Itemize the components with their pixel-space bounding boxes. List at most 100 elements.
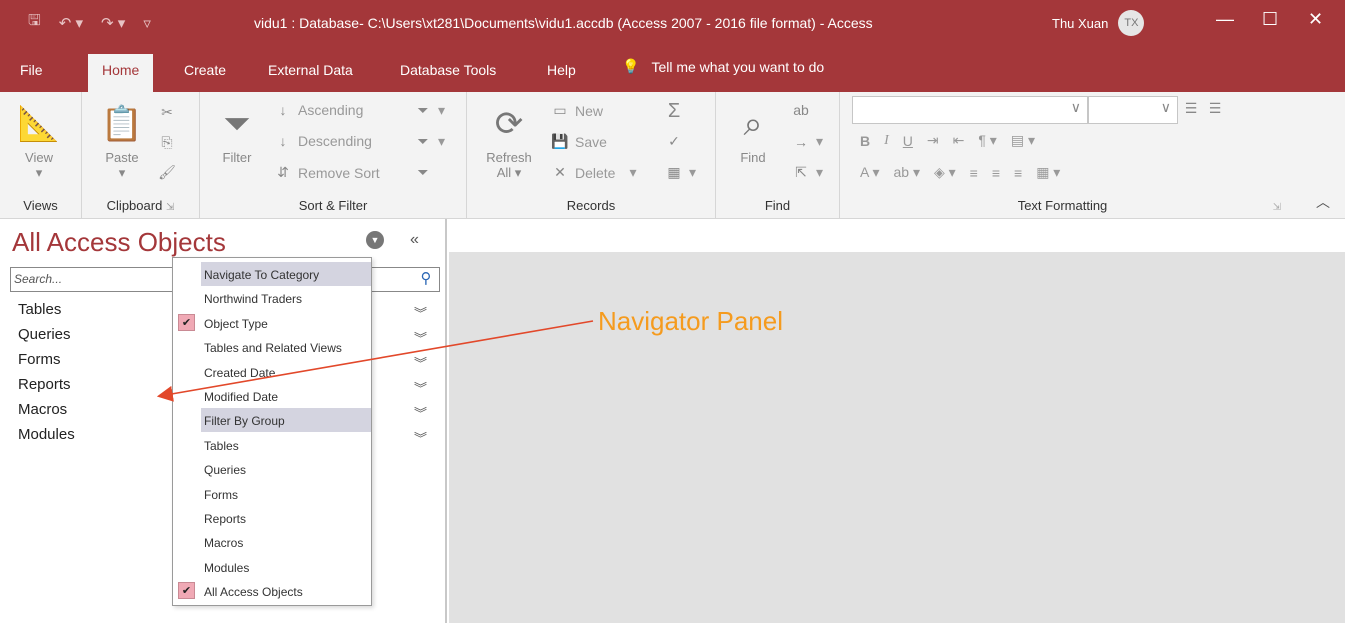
save-icon[interactable]: 🖫 xyxy=(28,10,41,35)
work-area xyxy=(449,219,1345,623)
replace-button[interactable]: ab xyxy=(792,102,810,118)
underline-icon[interactable]: U xyxy=(903,133,913,149)
outdent-icon[interactable]: ⇤ xyxy=(953,132,965,149)
find-button[interactable]: ⌕ Find xyxy=(728,104,778,166)
expand-chevron-icon[interactable]: ︾ xyxy=(414,353,427,372)
indent-icon[interactable]: ⇥ xyxy=(927,132,939,149)
menu-item[interactable]: Modules xyxy=(173,555,371,579)
descending-button[interactable]: ↓ Descending xyxy=(274,133,372,149)
align-right-icon[interactable]: ≡ xyxy=(1014,165,1022,181)
highlight-icon[interactable]: ab ▾ xyxy=(893,164,920,181)
expand-chevron-icon[interactable]: ︾ xyxy=(414,403,427,422)
font-size-combo[interactable]: ∨ xyxy=(1088,96,1178,124)
tab-database-tools[interactable]: Database Tools xyxy=(400,62,496,78)
nav-category-tables[interactable]: Tables xyxy=(18,301,61,318)
refresh-all-button[interactable]: ⟳ Refresh All ▾ xyxy=(479,104,539,181)
paragraph-icon[interactable]: ¶ ▾ xyxy=(978,132,996,149)
menu-item[interactable]: Tables xyxy=(173,433,371,457)
tab-file[interactable]: File xyxy=(20,62,43,78)
spelling-icon: ✓ xyxy=(668,133,680,149)
menu-item[interactable]: Tables and Related Views xyxy=(173,335,371,359)
new-label: New xyxy=(575,102,604,119)
sort-descending-icon: ↓ xyxy=(279,133,287,149)
maximize-icon[interactable]: ☐ xyxy=(1262,9,1278,30)
nav-category-forms[interactable]: Forms xyxy=(18,351,61,368)
selection-filter-button[interactable]: ⏷ ▾ xyxy=(414,102,445,119)
cut-button[interactable]: ✂ xyxy=(158,104,176,121)
menu-item[interactable]: All Access Objects ✔ xyxy=(173,579,371,603)
more-button[interactable]: ▦ ▾ xyxy=(665,164,696,181)
expand-chevron-icon[interactable]: ︾ xyxy=(414,328,427,347)
group-records: ⟳ Refresh All ▾ ▭ New 💾 Save ✕ Delete ▾ Σ ✓ … xyxy=(467,92,716,219)
advanced-filter-button[interactable]: ⏷ ▾ xyxy=(414,133,445,150)
view-button[interactable]: 📐 View ▾ xyxy=(14,104,64,181)
menu-item[interactable]: Queries xyxy=(173,457,371,481)
avatar[interactable]: TX xyxy=(1118,10,1145,36)
chevron-down-icon: ∨ xyxy=(1070,99,1081,115)
nav-category-macros[interactable]: Macros xyxy=(18,401,67,418)
italic-icon[interactable]: I xyxy=(884,133,889,149)
menu-item[interactable]: Macros xyxy=(173,530,371,554)
collapse-ribbon-icon[interactable]: ︿ xyxy=(1316,192,1330,212)
nav-pane-title[interactable]: All Access Objects xyxy=(12,227,226,258)
menu-item[interactable]: Modified Date xyxy=(173,384,371,408)
gridlines-icon[interactable]: ▤ ▾ xyxy=(1011,132,1035,149)
toggle-filter-button[interactable]: ⏷ xyxy=(414,164,432,181)
menu-item[interactable]: Forms xyxy=(173,482,371,506)
totals-button[interactable]: Σ xyxy=(665,100,683,123)
ascending-button[interactable]: ↓ Ascending xyxy=(274,102,364,118)
user-account[interactable]: Thu Xuan TX xyxy=(1052,10,1145,36)
align-left-icon[interactable]: ≡ xyxy=(970,165,978,181)
menu-item[interactable]: Reports xyxy=(173,506,371,530)
redo-icon[interactable]: ↷ ▾ xyxy=(101,14,125,32)
font-color-icon[interactable]: A ▾ xyxy=(860,164,879,181)
undo-icon[interactable]: ↶ ▾ xyxy=(59,14,83,32)
align-center-icon[interactable]: ≡ xyxy=(992,165,1000,181)
menu-item[interactable]: Northwind Traders xyxy=(173,286,371,310)
expand-chevron-icon[interactable]: ︾ xyxy=(414,428,427,447)
close-icon[interactable]: ✕ xyxy=(1308,9,1323,30)
nav-category-reports[interactable]: Reports xyxy=(18,376,71,393)
fill-color-icon[interactable]: ◈ ▾ xyxy=(934,164,956,181)
expand-chevron-icon[interactable]: ︾ xyxy=(414,303,427,322)
customize-qat-icon[interactable]: ▿ xyxy=(143,14,151,32)
cursor-icon: ⇱ xyxy=(795,164,807,180)
spelling-button[interactable]: ✓ xyxy=(665,133,683,150)
filter-button[interactable]: ⏷ Filter xyxy=(212,104,262,166)
format-painter-button[interactable]: 🖌 xyxy=(158,164,176,181)
dialog-launcher-icon[interactable]: ⇲ xyxy=(1273,202,1281,213)
tab-external-data[interactable]: External Data xyxy=(268,62,353,78)
numbering-icon[interactable]: ☰ xyxy=(1206,100,1224,117)
search-icon[interactable]: ⚲ xyxy=(415,269,437,290)
descending-label: Descending xyxy=(298,133,372,149)
remove-sort-button[interactable]: ⇵ Remove Sort xyxy=(274,164,380,181)
copy-button[interactable]: ⎘ xyxy=(158,134,176,151)
nav-category-queries[interactable]: Queries xyxy=(18,326,71,343)
nav-category-modules[interactable]: Modules xyxy=(18,426,75,443)
paste-button[interactable]: 📋 Paste ▾ xyxy=(96,104,148,181)
select-button[interactable]: ⇱ ▾ xyxy=(792,164,823,181)
shutter-bar-close-icon[interactable]: « xyxy=(410,231,419,249)
annotation-label: Navigator Panel xyxy=(598,306,783,336)
expand-chevron-icon[interactable]: ︾ xyxy=(414,378,427,397)
tell-me-box[interactable]: 💡 Tell me what you want to do xyxy=(622,58,824,75)
menu-item[interactable]: Created Date xyxy=(173,360,371,384)
menu-item[interactable]: Object Type ✔ xyxy=(173,311,371,335)
bold-icon[interactable]: B xyxy=(860,133,870,149)
goto-button[interactable]: → ▾ xyxy=(792,133,823,150)
font-name-combo[interactable]: ∨ xyxy=(852,96,1088,124)
arrow-right-icon: → xyxy=(794,133,808,150)
tab-create[interactable]: Create xyxy=(184,62,226,78)
new-record-button[interactable]: ▭ New xyxy=(551,102,603,119)
alternate-row-color-icon[interactable]: ▦ ▾ xyxy=(1036,164,1060,181)
nav-menu-dropdown-icon[interactable]: ▼ xyxy=(366,231,384,249)
tab-home[interactable]: Home xyxy=(88,54,154,92)
save-record-button[interactable]: 💾 Save xyxy=(551,133,607,150)
bullets-icon[interactable]: ☰ xyxy=(1182,100,1200,117)
tab-help[interactable]: Help xyxy=(547,62,576,78)
font-style-row: B I U ⇥ ⇤ ¶ ▾ ▤ ▾ xyxy=(860,132,1035,149)
dialog-launcher-icon[interactable]: ⇲ xyxy=(166,202,174,213)
delete-record-button[interactable]: ✕ Delete ▾ xyxy=(551,164,636,181)
minimize-icon[interactable]: — xyxy=(1216,9,1234,30)
group-label-views: Views xyxy=(23,198,58,213)
